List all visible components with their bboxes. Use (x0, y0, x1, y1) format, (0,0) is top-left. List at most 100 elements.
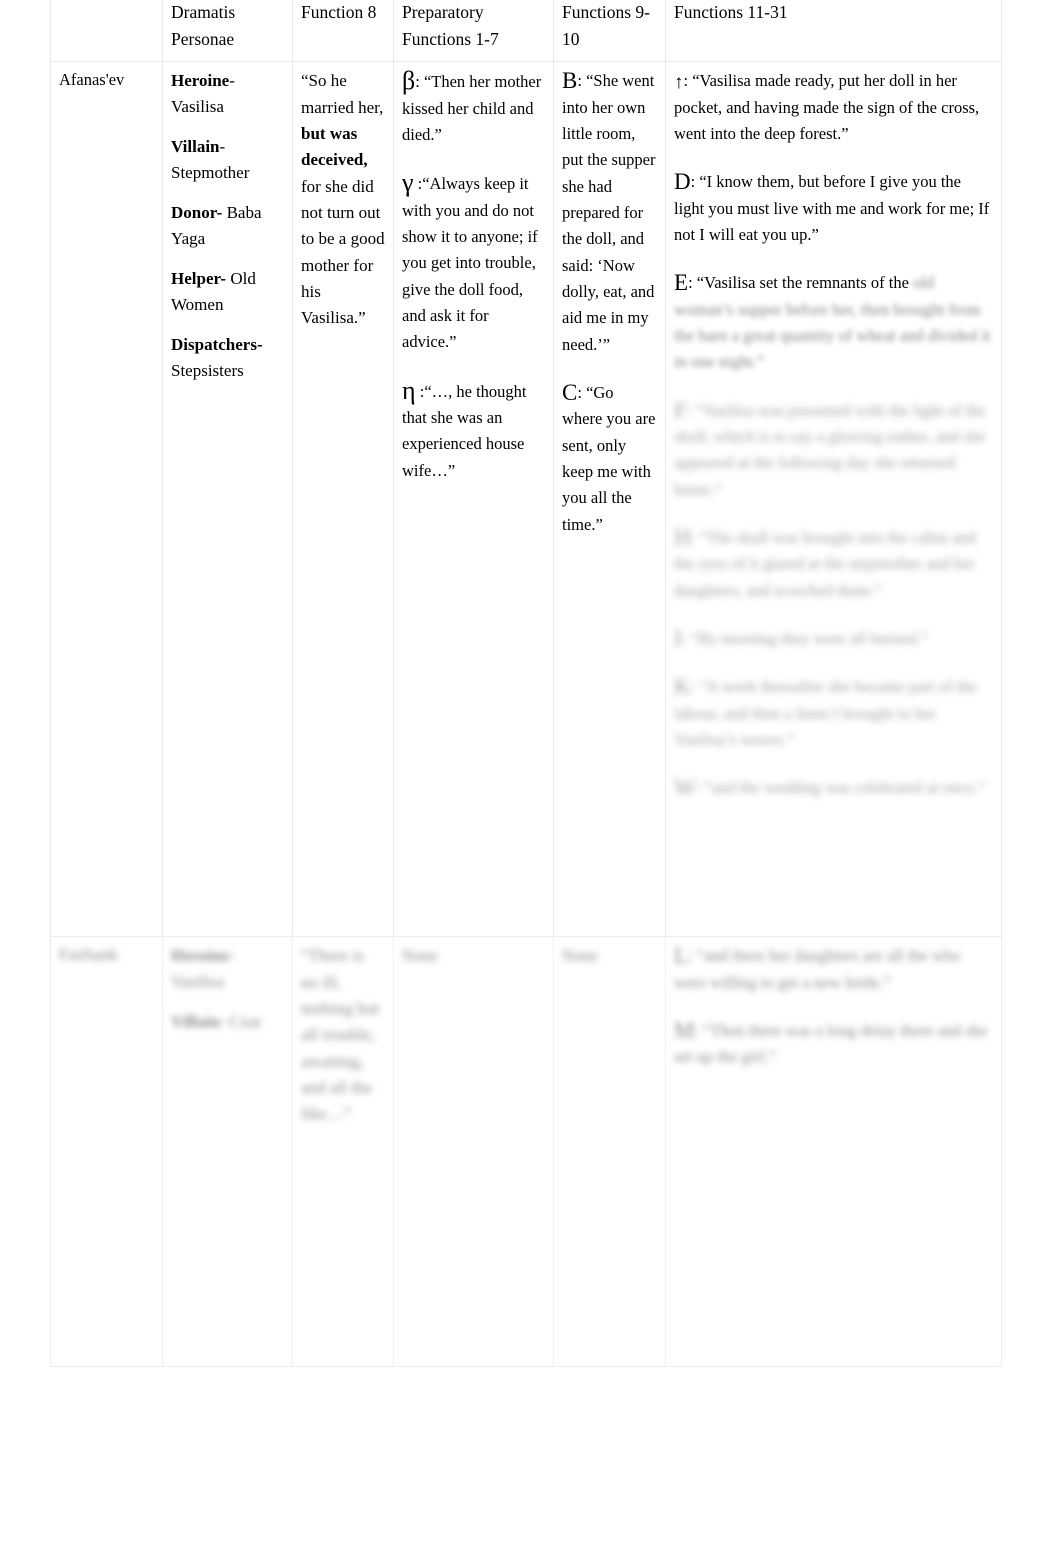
propp-morphology-table: Dramatis Personae Function 8 Preparatory… (50, 0, 1002, 1368)
persona-separator: - (219, 137, 226, 157)
function-entry: M: “Then there was a long delay there an… (674, 1018, 993, 1071)
persona-role: Donor- (171, 203, 223, 223)
function-entry: F: “Vasilisa was presented with the ligh… (674, 398, 993, 503)
function-separator: : (415, 72, 424, 92)
function-entry: H: “The skull was brought into the cabin… (674, 525, 993, 604)
header-label-dramatis-personae: Dramatis Personae (171, 2, 236, 50)
function-symbol-m: M (674, 1017, 695, 1043)
function-symbol-b: B (562, 68, 578, 94)
function-symbol-d: D (674, 169, 691, 195)
function-quote: “Go where you are sent, only keep me wit… (562, 383, 656, 534)
persona-role: Heroine (171, 71, 230, 91)
function-quote: None (562, 946, 598, 966)
column-header-function-8: Function 8 (292, 0, 394, 63)
function-symbol-i: I (674, 626, 682, 652)
cell-source: Fairbank (50, 936, 163, 1368)
cell-functions-9-10: None (553, 936, 666, 1368)
header-row: Dramatis Personae Function 8 Preparatory… (50, 0, 1002, 63)
header-label-functions-11-31: Functions 11-31 (674, 2, 788, 22)
function-entry: B: “She went into her own little room, p… (562, 68, 657, 358)
function-quote: “Always keep it with you and do not show… (402, 174, 538, 352)
column-header-source (50, 0, 163, 63)
cell-source: Afanas'ev (50, 61, 163, 938)
table-body: Afanas'ev Heroine- Vasilisa Villain- Ste… (50, 61, 1002, 1368)
function-separator: : (413, 174, 423, 194)
function-separator: : (694, 1020, 704, 1040)
persona-entry: Villain- Czar (171, 1009, 284, 1035)
function-separator: : (688, 273, 697, 293)
cell-functions-11-31: ↑: “Vasilisa made ready, put her doll in… (665, 61, 1002, 938)
cell-preparatory-functions: None (393, 936, 554, 1368)
function-entry: D: “I know them, but before I give you t… (674, 169, 993, 248)
function-quote: “Vasilisa made ready, put her doll in he… (674, 71, 980, 143)
function-quote: “I know them, but before I give you the … (674, 172, 990, 244)
persona-separator: - (219, 1012, 226, 1032)
function-quote-redacted: “A week thereafter she became part of th… (674, 677, 977, 750)
cell-dramatis-personae: Heroine- Vasilisa Villain- Czar (162, 936, 293, 1368)
function-8-quote-end: for she did not turn out to be a good mo… (301, 176, 385, 328)
cell-function-8: “There is no ill, nothing but all troubl… (292, 936, 394, 1368)
function-quote-redacted: “and the wedding was celebrated at once.… (704, 778, 986, 798)
source-label: Fairbank (59, 945, 118, 965)
function-symbol-h: H (674, 525, 691, 551)
persona-entry: Villain- Stepmother (171, 134, 284, 185)
column-header-functions-11-31: Functions 11-31 (665, 0, 1002, 63)
function-separator: : (686, 400, 696, 420)
cell-functions-9-10: B: “She went into her own little room, p… (553, 61, 666, 938)
cell-preparatory-functions: β: “Then her mother kissed her child and… (393, 61, 554, 938)
column-header-functions-9-10: Functions 9-10 (553, 0, 666, 63)
function-quote-redacted: “Then there was a long delay there and s… (674, 1020, 988, 1067)
persona-name: Stepmother (171, 162, 250, 182)
header-label-functions-9-10: Functions 9-10 (562, 2, 650, 50)
header-label-preparatory-functions: Preparatory Functions 1-7 (402, 2, 499, 50)
persona-role: Heroine (171, 946, 230, 966)
function-symbol-gamma: γ (402, 168, 414, 198)
function-entry: η :“…, he thought that she was an experi… (402, 377, 545, 484)
source-label: Afanas'ev (59, 70, 125, 90)
column-header-dramatis-personae: Dramatis Personae (162, 0, 293, 63)
table-row: Afanas'ev Heroine- Vasilisa Villain- Ste… (50, 61, 1002, 938)
persona-separator: - (229, 71, 235, 91)
table-row: Fairbank Heroine- Vasilisa Villain- Czar… (50, 936, 1002, 1368)
persona-role: Villain (171, 137, 220, 157)
persona-name: Czar (229, 1012, 262, 1032)
persona-entry: Helper- Old Women (171, 266, 284, 317)
function-entry: C: “Go where you are sent, only keep me … (562, 380, 657, 538)
cell-functions-11-31: L: “and there her daughters are all the … (665, 936, 1002, 1368)
document-page: Dramatis Personae Function 8 Preparatory… (0, 0, 1062, 1556)
function-entry: K: “A week thereafter she became part of… (674, 674, 993, 753)
function-separator: : (577, 71, 587, 91)
function-8-quote-start: “So he married her, (301, 71, 384, 117)
persona-entry: Donor- Baba Yaga (171, 200, 284, 251)
function-quote-redacted: “Vasilisa was presented with the light o… (674, 400, 986, 499)
persona-name: Stepsisters (171, 360, 244, 380)
persona-role: Villain (171, 1012, 220, 1032)
function-entry: ↑: “Vasilisa made ready, put her doll in… (674, 68, 993, 147)
function-symbol-c: C (562, 380, 578, 406)
function-entry: W: “and the wedding was celebrated at on… (674, 775, 993, 801)
function-quote: None (402, 946, 438, 966)
persona-separator: - (229, 946, 235, 966)
function-symbol-w: W (674, 775, 696, 801)
persona-role: Dispatchers- (171, 335, 263, 355)
table-header: Dramatis Personae Function 8 Preparatory… (50, 0, 1002, 63)
persona-role: Helper- (171, 269, 227, 289)
persona-entry: Heroine- Vasilisa (171, 68, 284, 119)
column-header-preparatory-functions: Preparatory Functions 1-7 (393, 0, 554, 63)
cell-dramatis-personae: Heroine- Vasilisa Villain- Stepmother Do… (162, 61, 293, 938)
function-quote: “She went into her own little room, put … (562, 71, 656, 354)
function-entry: β: “Then her mother kissed her child and… (402, 68, 545, 148)
persona-entry: Heroine- Vasilisa (171, 943, 284, 994)
function-entry: I: “By morning they were all burned.” (674, 626, 993, 652)
function-symbol-f: F (674, 397, 687, 423)
function-entry: L: “and there her daughters are all the … (674, 943, 993, 996)
function-separator: : (577, 383, 587, 403)
function-symbol-e: E (674, 270, 689, 296)
function-symbol-l: L (674, 943, 689, 969)
cell-function-8: “So he married her, but was deceived, fo… (292, 61, 394, 938)
function-8-quote-start: “There is no ill, nothing but all troubl… (301, 946, 379, 1124)
function-quote: “Vasilisa set the remnants of the (696, 273, 909, 293)
persona-entry: Dispatchers- Stepsisters (171, 332, 284, 383)
persona-name: Vasilisa (171, 96, 224, 116)
function-separator: : (688, 946, 697, 966)
